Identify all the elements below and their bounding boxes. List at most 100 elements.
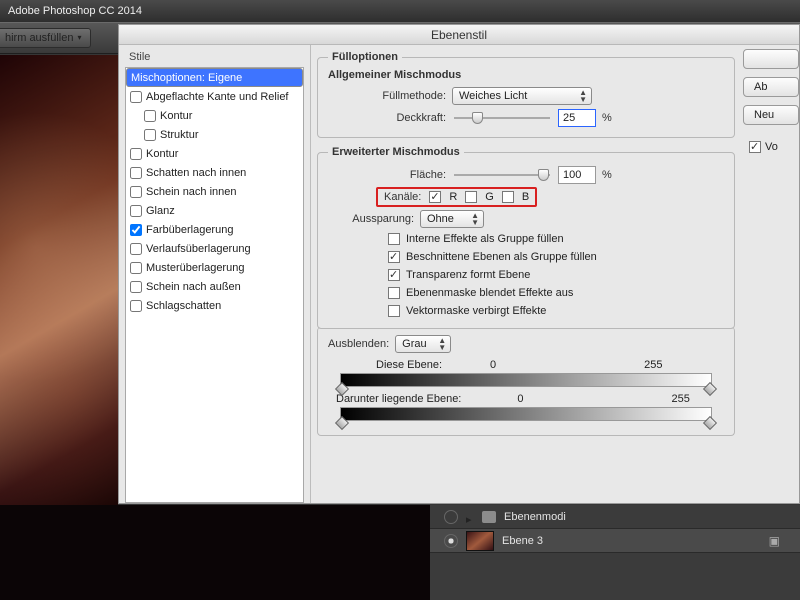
blendif-label: Ausblenden: (328, 338, 389, 350)
style-item[interactable]: Kontur (126, 144, 303, 163)
fill-screen-button[interactable]: hirm ausfüllen▾ (0, 28, 91, 48)
style-label: Schlagschatten (146, 300, 221, 312)
folder-icon (482, 511, 496, 523)
updown-icon: ▲▼ (471, 212, 479, 226)
opacity-input[interactable] (558, 109, 596, 127)
knockout-select[interactable]: Ohne ▲▼ (420, 210, 484, 228)
interior-effects-checkbox[interactable] (388, 233, 400, 245)
style-checkbox[interactable] (130, 281, 142, 293)
style-label: Mischoptionen: Eigene (131, 72, 242, 84)
vector-mask-hides-checkbox[interactable] (388, 305, 400, 317)
channel-r-checkbox[interactable] (429, 191, 441, 203)
opacity-label: Deckkraft: (328, 112, 446, 124)
style-label: Kontur (146, 148, 178, 160)
style-item[interactable]: Glanz (126, 201, 303, 220)
blend-stop-black[interactable] (335, 416, 349, 430)
layer-thumbnail[interactable] (466, 531, 494, 551)
document-canvas-lower[interactable] (0, 505, 430, 600)
fill-options-title: Fülloptionen (328, 51, 402, 63)
new-style-button[interactable]: Neu (743, 105, 799, 125)
fill-opacity-slider[interactable] (452, 168, 552, 182)
knockout-label: Aussparung: (328, 213, 414, 225)
advanced-blend-title: Erweiterter Mischmodus (328, 146, 464, 158)
style-checkbox[interactable] (130, 186, 142, 198)
channels-label: Kanäle: (384, 191, 421, 203)
style-item[interactable]: Schein nach außen (126, 277, 303, 296)
style-label: Abgeflachte Kante und Relief (146, 91, 289, 103)
layer-style-dialog: Ebenenstil Stile Mischoptionen: Eigene Ab… (118, 24, 800, 504)
style-label: Verlaufsüberlagerung (146, 243, 251, 255)
style-label: Schein nach außen (146, 281, 241, 293)
cancel-button[interactable]: Ab (743, 77, 799, 97)
fill-opacity-input[interactable] (558, 166, 596, 184)
this-layer-label: Diese Ebene: (376, 359, 442, 371)
style-item[interactable]: Schatten nach innen (126, 163, 303, 182)
general-blend-title: Allgemeiner Mischmodus (328, 69, 724, 81)
style-item[interactable]: Farbüberlagerung (126, 220, 303, 239)
style-label: Glanz (146, 205, 175, 217)
style-checkbox[interactable] (130, 205, 142, 217)
clipped-layers-checkbox[interactable] (388, 251, 400, 263)
style-item[interactable]: Verlaufsüberlagerung (126, 239, 303, 258)
style-checkbox[interactable] (130, 243, 142, 255)
style-checkbox[interactable] (130, 300, 142, 312)
opacity-slider[interactable] (452, 111, 552, 125)
underlying-layer-gradient[interactable] (340, 407, 712, 421)
underlying-layer-label: Darunter liegende Ebene: (336, 393, 461, 405)
style-checkbox[interactable] (130, 262, 142, 274)
ok-button[interactable] (743, 49, 799, 69)
style-label: Kontur (160, 110, 192, 122)
channels-highlight: Kanäle: R G B (376, 187, 537, 207)
style-item[interactable]: Abgeflachte Kante und Relief (126, 87, 303, 106)
style-label: Farbüberlagerung (146, 224, 233, 236)
style-checkbox[interactable] (130, 91, 142, 103)
preview-checkbox-row: Vo (743, 141, 799, 153)
style-label: Schein nach innen (146, 186, 237, 198)
style-checkbox[interactable] (144, 129, 156, 141)
visibility-icon[interactable] (444, 534, 458, 548)
style-item[interactable]: Mischoptionen: Eigene (126, 68, 303, 87)
style-checkbox[interactable] (130, 224, 142, 236)
blend-stop-white[interactable] (703, 416, 717, 430)
updown-icon: ▲▼ (438, 337, 446, 351)
style-label: Struktur (160, 129, 199, 141)
style-checkbox[interactable] (130, 148, 142, 160)
layer-group-name: Ebenenmodi (504, 511, 566, 523)
styles-header: Stile (125, 49, 304, 67)
chevron-down-icon: ▾ (77, 29, 81, 47)
transparency-shapes-checkbox[interactable] (388, 269, 400, 281)
style-item[interactable]: Kontur (126, 106, 303, 125)
blendif-select[interactable]: Grau ▲▼ (395, 335, 451, 353)
style-checkbox[interactable] (144, 110, 156, 122)
style-item[interactable]: Schein nach innen (126, 182, 303, 201)
preview-checkbox[interactable] (749, 141, 761, 153)
channel-b-checkbox[interactable] (502, 191, 514, 203)
dialog-title: Ebenenstil (119, 25, 799, 45)
app-title: Adobe Photoshop CC 2014 (8, 5, 142, 17)
styles-list: Mischoptionen: Eigene Abgeflachte Kante u… (125, 67, 304, 503)
style-checkbox[interactable] (130, 167, 142, 179)
layer-mask-hides-checkbox[interactable] (388, 287, 400, 299)
this-layer-gradient[interactable] (340, 373, 712, 387)
channel-g-checkbox[interactable] (465, 191, 477, 203)
blend-mode-select[interactable]: Weiches Licht ▲▼ (452, 87, 592, 105)
layer-link-icon[interactable]: ▣ (769, 534, 780, 548)
updown-icon: ▲▼ (579, 89, 587, 103)
visibility-icon[interactable] (444, 510, 458, 524)
style-label: Schatten nach innen (146, 167, 246, 179)
disclosure-icon[interactable]: ▸ (466, 513, 474, 521)
dialog-buttons: Ab Neu Vo (743, 45, 799, 503)
style-label: Musterüberlagerung (146, 262, 244, 274)
layer-row[interactable]: Ebene 3 ▣ (430, 529, 800, 553)
style-item[interactable]: Musterüberlagerung (126, 258, 303, 277)
style-item[interactable]: Schlagschatten (126, 296, 303, 315)
layer-name: Ebene 3 (502, 535, 543, 547)
app-titlebar: Adobe Photoshop CC 2014 (0, 0, 800, 22)
document-canvas[interactable] (0, 55, 118, 535)
layer-group-row[interactable]: ▸ Ebenenmodi (430, 505, 800, 529)
fill-options-group: Fülloptionen Allgemeiner Mischmodus Füll… (317, 51, 735, 138)
layers-panel: ▸ Ebenenmodi Ebene 3 ▣ (430, 505, 800, 600)
style-item[interactable]: Struktur (126, 125, 303, 144)
fill-opacity-label: Fläche: (328, 169, 446, 181)
advanced-blend-group: Erweiterter Mischmodus Fläche: % Kanäle:… (317, 146, 735, 329)
